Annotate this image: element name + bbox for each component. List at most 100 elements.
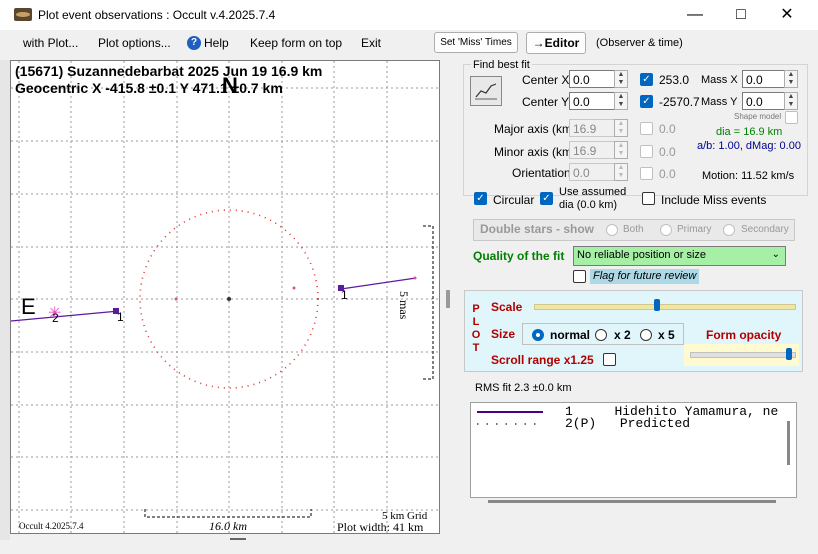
set-miss-times-button[interactable]: Set 'Miss' Times <box>434 32 518 53</box>
close-button[interactable]: ✕ <box>764 0 810 30</box>
motion-label: Motion: 11.52 km/s <box>702 170 795 182</box>
menu-plot-options[interactable]: Plot options... <box>98 36 171 50</box>
center-y-label: Center Y <box>522 95 570 109</box>
help-icon[interactable]: ? <box>187 36 201 50</box>
legend-vscroll[interactable] <box>787 421 790 465</box>
scale-slider-thumb[interactable] <box>654 299 660 311</box>
plot-area[interactable]: ✳ (15671) Suzannedebarbat 2025 Jun 19 16… <box>10 60 440 534</box>
minor-axis-spinner[interactable]: ▲ ▼ <box>614 141 628 159</box>
bottom-scroll-indicator[interactable] <box>230 538 246 540</box>
menu-bar: with Plot... Plot options... ? Help Keep… <box>0 30 818 56</box>
predicted-point-left <box>174 297 178 301</box>
version-label: Occult 4.2025.7.4 <box>19 521 84 531</box>
include-miss-label: Include Miss events <box>661 193 767 207</box>
scale-label: Scale <box>491 300 523 314</box>
primary-label: Primary <box>677 224 712 235</box>
orient-fit-value: 0.0 <box>659 167 676 181</box>
app-icon <box>14 8 32 21</box>
x-fit-checkbox[interactable]: ✓ <box>640 73 653 86</box>
major-axis-label: Major axis (km) <box>494 122 577 136</box>
size-x2-label: x 2 <box>614 328 631 342</box>
left-edge-strip <box>0 60 10 540</box>
center-x-input[interactable]: 0.0 <box>569 70 615 88</box>
menu-help[interactable]: Help <box>204 36 229 50</box>
orient-fit-checkbox[interactable] <box>640 167 653 180</box>
size-normal-radio[interactable] <box>532 329 544 341</box>
scroll-range-checkbox[interactable] <box>603 353 616 366</box>
menu-keep-on-top[interactable]: Keep form on top <box>250 36 342 50</box>
ab-dmag-label: a/b: 1.00, dMag: 0.00 <box>697 140 801 152</box>
both-radio[interactable] <box>606 224 618 236</box>
quality-select[interactable]: No reliable position or size ⌄ <box>573 246 786 266</box>
east-label: E <box>21 294 36 319</box>
rms-label: RMS fit 2.3 ±0.0 km <box>475 382 572 394</box>
shape-model-checkbox[interactable] <box>785 111 798 124</box>
major-fit-value: 0.0 <box>659 122 676 136</box>
editor-button[interactable]: →Editor <box>526 32 586 54</box>
y-fit-checkbox[interactable]: ✓ <box>640 95 653 108</box>
window-title: Plot event observations : Occult v.4.202… <box>38 8 276 22</box>
chord-label-2: 2 <box>52 311 59 325</box>
orientation-spinner[interactable]: ▲ ▼ <box>614 163 628 181</box>
minor-axis-input[interactable]: 16.9 <box>569 141 615 159</box>
splitter[interactable] <box>446 290 450 308</box>
secondary-label: Secondary <box>741 224 789 235</box>
size-x2-radio[interactable] <box>595 329 607 341</box>
menu-exit[interactable]: Exit <box>361 36 381 50</box>
center-x-spinner[interactable]: ▲ ▼ <box>614 70 628 88</box>
secondary-radio[interactable] <box>723 224 735 236</box>
mass-y-label: Mass Y <box>701 96 738 108</box>
primary-radio[interactable] <box>660 224 672 236</box>
north-label: N <box>222 73 238 98</box>
minor-fit-checkbox[interactable] <box>640 145 653 158</box>
opacity-slider-thumb[interactable] <box>786 348 792 360</box>
major-axis-spinner[interactable]: ▲ ▼ <box>614 119 628 137</box>
y-value: -2570.7 <box>659 95 700 109</box>
diameter-label: dia = 16.9 km <box>716 126 783 138</box>
both-label: Both <box>623 224 644 235</box>
orientation-input[interactable]: 0.0 <box>569 163 615 181</box>
scale-bar-label: 16.0 km <box>209 519 247 533</box>
x-value: 253.0 <box>659 73 690 87</box>
legend-hscrollbar[interactable] <box>488 500 776 503</box>
major-axis-input[interactable]: 16.9 <box>569 119 615 137</box>
mass-y-input[interactable]: 0.0 <box>742 92 785 110</box>
mass-x-label: Mass X <box>701 74 738 86</box>
legend-box: 1 Hidehito Yamamura, ne 2(P) Predicted <box>470 402 797 498</box>
center-y-input[interactable]: 0.0 <box>569 92 615 110</box>
mass-y-spinner[interactable]: ▲ ▼ <box>784 92 798 110</box>
chord-right <box>340 277 417 290</box>
scale-mas-label: 5 mas <box>397 291 411 320</box>
minimize-button[interactable]: — <box>672 0 718 30</box>
circular-label: Circular <box>493 193 535 207</box>
scale-slider-track[interactable] <box>534 304 796 310</box>
predicted-point-right <box>292 286 296 290</box>
title-bar: Plot event observations : Occult v.4.202… <box>0 0 818 30</box>
circular-checkbox[interactable]: ✓ <box>474 192 487 205</box>
quality-label: Quality of the fit <box>473 249 565 263</box>
mass-x-spinner[interactable]: ▲ ▼ <box>784 70 798 88</box>
opacity-slider-track[interactable] <box>690 352 796 358</box>
size-x5-label: x 5 <box>658 328 675 342</box>
chevron-down-icon: ⌄ <box>771 249 780 260</box>
fit-graph-button[interactable] <box>470 76 502 106</box>
shape-model-label: Shape model <box>734 112 782 121</box>
center-x-label: Center X <box>522 73 570 87</box>
legend-swatches <box>477 411 543 425</box>
size-label: Size <box>491 327 516 341</box>
center-y-spinner[interactable]: ▲ ▼ <box>614 92 628 110</box>
menu-with-plot[interactable]: with Plot... <box>23 36 78 50</box>
size-x5-radio[interactable] <box>640 329 652 341</box>
minor-axis-label: Minor axis (km) <box>494 145 577 159</box>
use-assumed-checkbox[interactable]: ✓ <box>540 192 553 205</box>
legend-num-2: 2(P) <box>565 416 597 431</box>
graph-icon <box>475 83 497 100</box>
include-miss-checkbox[interactable] <box>642 192 655 205</box>
major-fit-checkbox[interactable] <box>640 122 653 135</box>
orientation-label: Orientation <box>512 166 571 180</box>
find-best-fit-title: Find best fit <box>471 59 532 71</box>
chord-label-1: 1 <box>117 310 124 324</box>
flag-review-checkbox[interactable] <box>573 270 586 283</box>
mass-x-input[interactable]: 0.0 <box>742 70 785 88</box>
maximize-button[interactable]: □ <box>718 0 764 30</box>
